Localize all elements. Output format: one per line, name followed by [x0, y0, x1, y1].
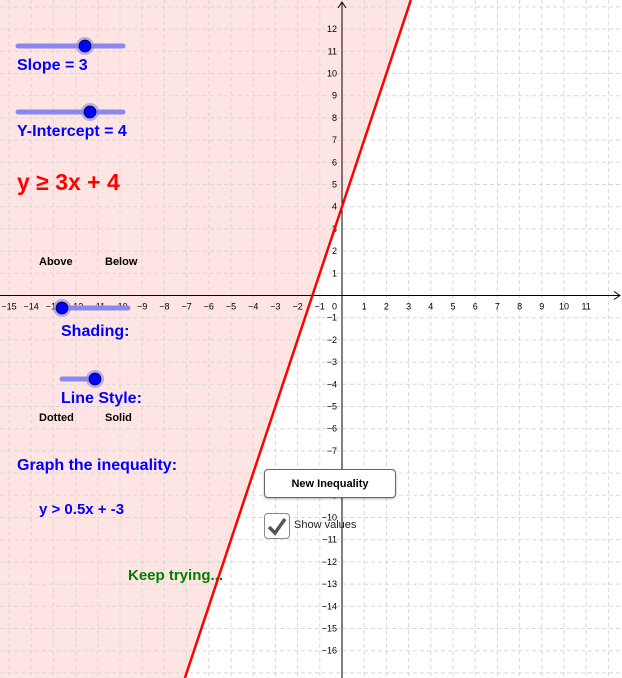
solid-label: Solid — [105, 412, 132, 424]
x-tick-label: 7 — [495, 302, 500, 312]
y-tick-label: −7 — [327, 446, 337, 456]
x-tick-label: −8 — [159, 302, 169, 312]
above-label: Above — [39, 256, 73, 268]
x-tick-label: −6 — [204, 302, 214, 312]
origin-label: 0 — [332, 302, 337, 312]
y-tick-label: −6 — [327, 424, 337, 434]
y-tick-label: 4 — [332, 202, 337, 212]
y-tick-label: −3 — [327, 357, 337, 367]
y-tick-label: 7 — [332, 135, 337, 145]
y-tick-label: −4 — [327, 379, 337, 389]
x-tick-label: −3 — [270, 302, 280, 312]
show-values-checkbox[interactable] — [264, 513, 290, 539]
intercept-label: Y-Intercept = 4 — [17, 123, 127, 140]
y-tick-label: −12 — [322, 557, 337, 567]
y-tick-label: −14 — [322, 601, 337, 611]
y-tick-label: 5 — [332, 180, 337, 190]
x-tick-label: −5 — [226, 302, 236, 312]
y-tick-label: −2 — [327, 335, 337, 345]
x-tick-label: −1 — [315, 302, 325, 312]
below-label: Below — [105, 256, 138, 268]
y-tick-label: 2 — [332, 246, 337, 256]
y-tick-label: −15 — [322, 624, 337, 634]
x-tick-label: 6 — [473, 302, 478, 312]
y-tick-label: 9 — [332, 91, 337, 101]
y-tick-label: 1 — [332, 268, 337, 278]
task-label: Graph the inequality: — [17, 457, 178, 474]
x-tick-label: 9 — [539, 302, 544, 312]
target-inequality: y > 0.5x + -3 — [39, 501, 125, 518]
x-tick-label: 3 — [406, 302, 411, 312]
x-tick-label: 2 — [384, 302, 389, 312]
x-tick-label: −14 — [24, 302, 39, 312]
show-values-label: Show values — [294, 519, 357, 531]
y-tick-label: 12 — [327, 24, 337, 34]
x-tick-label: 10 — [559, 302, 569, 312]
y-tick-label: −1 — [327, 313, 337, 323]
y-tick-label: 11 — [328, 46, 337, 56]
x-tick-label: 8 — [517, 302, 522, 312]
y-tick-label: 6 — [332, 157, 337, 167]
x-tick-label: 1 — [362, 302, 367, 312]
x-tick-label: 11 — [582, 302, 591, 312]
x-tick-label: −2 — [292, 302, 302, 312]
x-tick-label: −7 — [181, 302, 191, 312]
new-inequality-button[interactable]: New Inequality — [264, 469, 396, 498]
x-tick-label: 4 — [428, 302, 433, 312]
checkmark-icon — [267, 517, 287, 536]
dotted-label: Dotted — [39, 412, 74, 424]
y-tick-label: −5 — [327, 402, 337, 412]
shading-label: Shading: — [61, 323, 130, 340]
x-tick-label: 5 — [450, 302, 455, 312]
y-tick-label: −16 — [322, 646, 337, 656]
y-tick-label: 10 — [327, 69, 337, 79]
line-style-label: Line Style: — [61, 390, 142, 407]
x-tick-label: −9 — [137, 302, 147, 312]
feedback-text: Keep trying... — [128, 567, 224, 584]
y-tick-label: −13 — [322, 579, 337, 589]
current-inequality: y ≥ 3x + 4 — [17, 169, 120, 195]
x-tick-label: −15 — [1, 302, 16, 312]
y-tick-label: 8 — [332, 113, 337, 123]
x-tick-label: −4 — [248, 302, 258, 312]
slope-label: Slope = 3 — [17, 57, 88, 74]
y-tick-label: −11 — [322, 535, 337, 545]
